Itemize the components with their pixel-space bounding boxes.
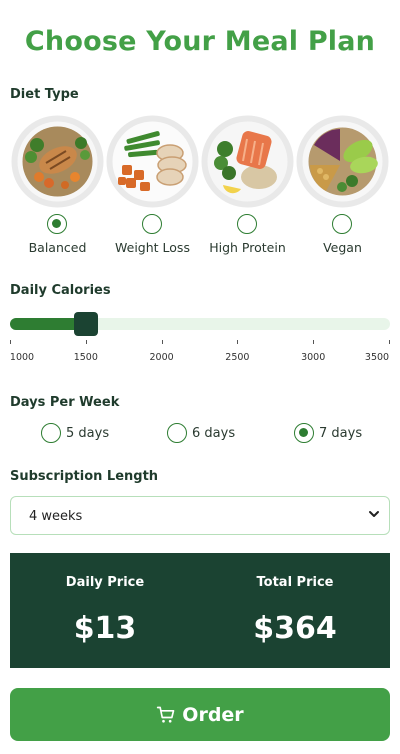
days-per-week-label: Days Per Week: [10, 395, 120, 410]
chevron-down-icon: [369, 511, 379, 517]
page-title: Choose Your Meal Plan: [24, 26, 376, 57]
day-label-5: 5 days: [66, 425, 110, 441]
daily-calories-label: Daily Calories: [10, 283, 111, 298]
subscription-select-value: 4 weeks: [29, 509, 83, 524]
calories-ticks: 1000 1500 2000 2500 3000 3500: [10, 340, 390, 370]
weight-loss-meal-image: [106, 115, 199, 208]
calories-tick-mark: [10, 340, 11, 344]
calories-tick-mark: [389, 340, 390, 344]
calories-tick-label: 2500: [225, 352, 250, 363]
day-option-7[interactable]: 7 days: [294, 423, 362, 443]
balanced-meal-image: [11, 115, 104, 208]
diet-radio-balanced[interactable]: [47, 214, 67, 234]
diet-radio-vegan[interactable]: [332, 214, 352, 234]
calories-tick-mark: [313, 340, 315, 344]
calories-tick-label: 3000: [301, 352, 326, 363]
subscription-select[interactable]: 4 weeks: [10, 496, 390, 535]
diet-radio-high-protein[interactable]: [237, 214, 257, 234]
calories-tick-mark: [237, 340, 239, 344]
calories-slider-thumb[interactable]: [74, 312, 98, 336]
diet-option-balanced[interactable]: Balanced: [10, 115, 105, 260]
day-radio-5[interactable]: [41, 423, 61, 443]
subscription-length-label: Subscription Length: [10, 469, 159, 484]
day-radio-7[interactable]: [294, 423, 314, 443]
calories-tick-label: 1000: [9, 352, 35, 363]
daily-price-block: Daily Price $13: [10, 553, 200, 668]
cart-icon: [157, 706, 175, 723]
calories-tick-mark: [85, 340, 87, 344]
total-price-label: Total Price: [256, 575, 334, 590]
diet-option-high-protein[interactable]: High Protein: [200, 115, 295, 260]
total-price-block: Total Price $364: [200, 553, 390, 668]
high-protein-meal-image: [201, 115, 294, 208]
calories-tick-label: 1500: [73, 352, 98, 363]
daily-price-label: Daily Price: [65, 575, 145, 590]
day-label-6: 6 days: [192, 425, 236, 441]
diet-label-vegan: Vegan: [323, 240, 362, 255]
calories-tick-mark: [161, 340, 163, 344]
diet-options: Balanced Weight Loss High Protein Vegan: [10, 115, 390, 260]
vegan-meal-image: [296, 115, 389, 208]
calories-tick-label: 2000: [149, 352, 174, 363]
order-button[interactable]: Order: [10, 688, 390, 741]
day-radio-6[interactable]: [167, 423, 187, 443]
price-panel: Daily Price $13 Total Price $364: [10, 553, 390, 668]
day-label-7: 7 days: [319, 425, 363, 441]
day-option-6[interactable]: 6 days: [167, 423, 235, 443]
days-options: 5 days 6 days 7 days: [0, 423, 400, 445]
total-price-value: $364: [253, 611, 337, 646]
calories-slider[interactable]: [10, 312, 390, 336]
calories-tick-label: 3500: [364, 352, 390, 363]
diet-option-weight-loss[interactable]: Weight Loss: [105, 115, 200, 260]
diet-option-vegan[interactable]: Vegan: [295, 115, 390, 260]
day-option-5[interactable]: 5 days: [41, 423, 109, 443]
diet-radio-weight-loss[interactable]: [142, 214, 162, 234]
daily-price-value: $13: [73, 611, 137, 646]
order-button-label: Order: [182, 703, 244, 726]
diet-type-label: Diet Type: [10, 87, 79, 102]
